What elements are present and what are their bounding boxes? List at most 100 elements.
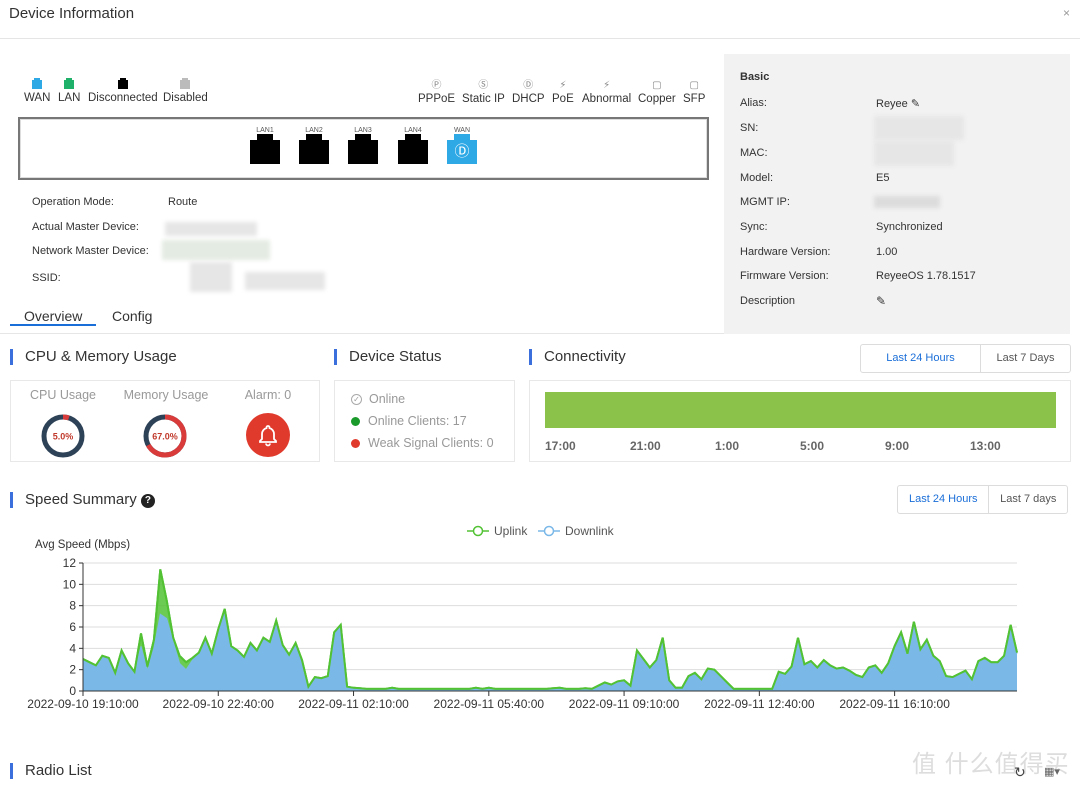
y-axis-label: Avg Speed (Mbps) — [35, 539, 130, 551]
series-downlink-area — [83, 611, 1017, 691]
type-legend-sfp: ▢ SFP — [683, 80, 705, 105]
dialog-header: Device Information × — [0, 0, 1080, 39]
x-tick-label: 2022-09-11 02:10:00 — [298, 697, 409, 711]
type-legend-label: Copper — [638, 93, 676, 105]
x-tick-label: 2022-09-10 22:40:00 — [163, 697, 275, 711]
hardware-version-value: 1.00 — [876, 246, 898, 258]
connectivity-title: Connectivity — [529, 349, 626, 365]
type-legend-label: Abnormal — [582, 93, 632, 105]
connectivity-card: 17:00 21:00 1:00 5:00 9:00 13:00 — [529, 380, 1071, 462]
type-legend-label: SFP — [683, 93, 706, 105]
bell-icon — [259, 425, 277, 447]
cpu-usage-label: CPU Usage — [30, 388, 96, 402]
connectivity-tick: 5:00 — [800, 439, 825, 453]
legend-disabled: Disabled — [163, 78, 208, 104]
type-legend-pppoe: Ⓟ PPPoE — [418, 80, 455, 105]
x-tick-label: 2022-09-11 16:10:00 — [839, 697, 950, 711]
edit-description-icon[interactable]: ✎ — [876, 294, 886, 308]
legend-downlink-label[interactable]: Downlink — [565, 524, 615, 538]
static-ip-icon: Ⓢ — [478, 80, 489, 91]
y-tick-label: 2 — [69, 663, 76, 677]
device-panel: LAN1 LAN2 LAN3 LAN4 WAN Ⓓ — [18, 117, 709, 180]
close-icon[interactable]: × — [1063, 6, 1070, 20]
legend-lan: LAN — [58, 78, 80, 104]
port-label: LAN3 — [354, 127, 372, 134]
basic-title: Basic — [740, 71, 770, 83]
port-lan3[interactable]: LAN3 — [348, 127, 378, 164]
type-legend-label: Static IP — [462, 93, 505, 105]
device-status-card: ✓ Online Online Clients: 17 Weak Signal C… — [334, 380, 515, 462]
x-tick-label: 2022-09-11 12:40:00 — [704, 697, 815, 711]
port-label: LAN1 — [256, 127, 274, 134]
model-label: Model: — [740, 172, 774, 184]
column-settings-icon[interactable]: ▦▾ — [1044, 765, 1060, 778]
weak-clients-text: Weak Signal Clients: 0 — [368, 436, 494, 450]
pppoe-icon: Ⓟ — [431, 80, 442, 91]
y-tick-label: 6 — [69, 620, 76, 634]
redacted-mac — [874, 141, 954, 166]
help-icon[interactable]: ? — [140, 494, 155, 508]
refresh-icon[interactable]: ↻ — [1014, 764, 1026, 781]
speed-last-7-days-button[interactable]: Last 7 days — [988, 486, 1067, 513]
ethernet-port-icon: Ⓓ — [447, 134, 477, 164]
ethernet-port-icon — [398, 134, 428, 164]
x-tick-label: 2022-09-11 09:10:00 — [569, 697, 680, 711]
type-legend-dhcp: Ⓓ DHCP — [512, 80, 545, 105]
ethernet-port-icon — [299, 134, 329, 164]
alias-value: Reyee ✎ — [876, 97, 920, 110]
tab-config[interactable]: Config — [112, 308, 152, 324]
port-lan-icon — [64, 78, 75, 89]
connectivity-last-24-hours-button[interactable]: Last 24 Hours — [861, 345, 980, 372]
port-wan[interactable]: WAN Ⓓ — [447, 127, 477, 164]
operation-mode-value: Route — [168, 196, 198, 208]
sfp-icon: ▢ — [689, 80, 699, 91]
port-disabled-icon — [180, 78, 191, 89]
alarm-label: Alarm: 0 — [244, 388, 292, 402]
type-legend-static-ip: Ⓢ Static IP — [462, 80, 505, 105]
connectivity-tick: 21:00 — [630, 439, 661, 453]
sn-label: SN: — [740, 122, 759, 134]
connectivity-tick: 9:00 — [885, 439, 910, 453]
tab-overview[interactable]: Overview — [10, 308, 97, 326]
legend-wan: WAN — [24, 78, 51, 104]
legend-uplink-label[interactable]: Uplink — [494, 524, 528, 538]
online-clients: Online Clients: 17 — [351, 414, 467, 428]
sync-label: Sync: — [740, 221, 768, 233]
dhcp-icon: Ⓓ — [454, 143, 470, 160]
connectivity-tick: 1:00 — [715, 439, 740, 453]
online-status: ✓ Online — [351, 392, 405, 406]
port-label: LAN2 — [305, 127, 323, 134]
x-tick-label: 2022-09-10 19:10:00 — [27, 697, 139, 711]
alias-label: Alias: — [740, 97, 767, 109]
tab-bar: Overview Config — [0, 300, 724, 334]
alias-text: Reyee — [876, 98, 908, 110]
speed-summary-text: Speed Summary — [25, 491, 137, 508]
online-clients-text: Online Clients: 17 — [368, 414, 467, 428]
port-lan4[interactable]: LAN4 — [398, 127, 428, 164]
cpu-memory-title: CPU & Memory Usage — [10, 349, 177, 365]
weak-signal-clients: Weak Signal Clients: 0 — [351, 436, 494, 450]
connectivity-tick: 17:00 — [545, 439, 576, 453]
redacted-actual-master — [165, 222, 257, 236]
edit-alias-icon[interactable]: ✎ — [911, 98, 920, 110]
redacted-mgmt-ip — [874, 196, 940, 208]
cpu-memory-card: CPU Usage Memory Usage Alarm: 0 5.0% 67.… — [10, 380, 320, 462]
connectivity-bar — [545, 392, 1056, 428]
cpu-gauge: 5.0% — [41, 414, 85, 458]
device-status-title: Device Status — [334, 349, 442, 365]
connectivity-range-toggle: Last 24 Hours Last 7 Days — [860, 344, 1071, 373]
firmware-version-value: ReyeeOS 1.78.1517 — [876, 270, 976, 282]
legend-label: WAN — [24, 92, 51, 104]
radio-list-title: Radio List — [10, 763, 92, 779]
speed-last-24-hours-button[interactable]: Last 24 Hours — [898, 486, 988, 513]
type-legend-label: PPPoE — [418, 93, 456, 105]
x-tick-label: 2022-09-11 05:40:00 — [434, 697, 545, 711]
port-lan1[interactable]: LAN1 — [250, 127, 280, 164]
speed-range-toggle: Last 24 Hours Last 7 days — [897, 485, 1068, 514]
alarm-button[interactable] — [246, 413, 290, 457]
port-label: WAN — [453, 127, 471, 134]
basic-info-panel: Basic Alias: Reyee ✎ SN: MAC: Model: E5 … — [724, 54, 1070, 334]
port-lan2[interactable]: LAN2 — [299, 127, 329, 164]
connectivity-last-7-days-button[interactable]: Last 7 Days — [980, 345, 1070, 372]
port-wan-icon — [32, 78, 43, 89]
